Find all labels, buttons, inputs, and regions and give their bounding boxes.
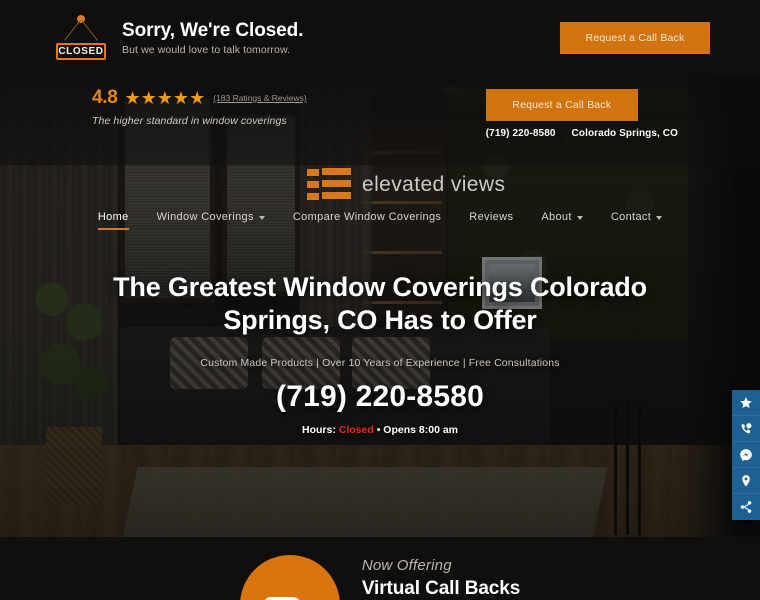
- blinds-logo-icon: [307, 167, 351, 203]
- hero-content: The Greatest Window Coverings Colorado S…: [0, 271, 760, 436]
- section-title: Virtual Call Backs: [361, 578, 521, 599]
- nav-item-reviews[interactable]: Reviews: [455, 211, 527, 223]
- hours-label: Hours:: [301, 424, 336, 437]
- page-title: The Greatest Window Coverings Colorado S…: [113, 272, 647, 336]
- hours-opens: Opens 8:00 am: [383, 424, 458, 437]
- header-phone-link[interactable]: (719) 220-8580: [486, 128, 556, 139]
- floating-social-rail: [732, 390, 760, 520]
- closed-bar-subtitle: But we would love to talk tomorrow.: [122, 44, 291, 57]
- closed-sign-rope-right: [81, 19, 98, 41]
- nav-item-window-coverings[interactable]: Window Coverings: [143, 211, 279, 223]
- closed-bar-title: Sorry, We're Closed.: [122, 19, 304, 41]
- nav-label: Contact: [610, 211, 652, 223]
- virtual-call-backs-section: Now Offering Virtual Call Backs: [0, 537, 760, 600]
- closed-sign-plate: CLOSED: [56, 42, 106, 60]
- ratings-reviews-link[interactable]: (183 Ratings & Reviews): [213, 93, 307, 103]
- rating-stars-icon: ★★★★★: [124, 88, 206, 108]
- rating-score: 4.8: [92, 87, 118, 108]
- header-rating-block: 4.8 ★★★★★ (183 Ratings & Reviews) The hi…: [92, 87, 307, 127]
- closed-bar-inner: CLOSED Sorry, We're Closed. But we would…: [50, 14, 710, 62]
- closed-bar-text: Sorry, We're Closed. But we would love t…: [122, 19, 303, 57]
- hero-section: 4.8 ★★★★★ (183 Ratings & Reviews) The hi…: [0, 75, 760, 537]
- hero-phone-link[interactable]: (719) 220-8580: [0, 380, 760, 414]
- hero-hours-status: Hours: Closed • Opens 8:00 am: [0, 424, 760, 436]
- closed-announcement-bar: CLOSED Sorry, We're Closed. But we would…: [0, 0, 760, 75]
- nav-label: Compare Window Coverings: [292, 211, 442, 223]
- closed-sign-rope-left: [64, 19, 81, 41]
- hero-feature-list: Custom Made Products | Over 10 Years of …: [200, 357, 560, 370]
- header-location-label: Colorado Springs, CO: [571, 128, 678, 139]
- page-root: CLOSED Sorry, We're Closed. But we would…: [0, 0, 760, 600]
- status-badge: Closed: [338, 424, 374, 437]
- map-pin-icon[interactable]: [732, 468, 760, 494]
- rating-row: 4.8 ★★★★★ (183 Ratings & Reviews): [92, 87, 307, 109]
- nav-label: Home: [97, 211, 129, 223]
- site-header: 4.8 ★★★★★ (183 Ratings & Reviews) The hi…: [0, 75, 760, 200]
- nav-item-about[interactable]: About: [527, 211, 597, 223]
- section-kicker: Now Offering: [361, 557, 452, 574]
- topbar-request-call-back-button[interactable]: Request a Call Back: [560, 21, 710, 54]
- header-contact-row: (719) 220-8580 Colorado Springs, CO: [486, 128, 678, 139]
- virtual-call-backs-text: Now Offering Virtual Call Backs: [362, 557, 520, 600]
- nav-item-contact[interactable]: Contact: [597, 211, 676, 223]
- share-icon[interactable]: [732, 494, 760, 520]
- site-logo[interactable]: elevated views: [307, 167, 505, 203]
- video-camera-badge: [239, 555, 340, 600]
- nav-item-home[interactable]: Home: [84, 211, 143, 230]
- nav-label: About: [541, 211, 572, 223]
- virtual-call-backs-inner: Now Offering Virtual Call Backs: [0, 537, 760, 600]
- phone-chat-icon[interactable]: [732, 416, 760, 442]
- closed-sign-icon: CLOSED: [50, 14, 112, 62]
- chevron-down-icon: [576, 216, 583, 220]
- messenger-icon[interactable]: [732, 442, 760, 468]
- main-navigation: Home Window Coverings Compare Window Cov…: [0, 211, 760, 230]
- closed-sign-label: CLOSED: [58, 45, 104, 57]
- nav-item-compare-window-coverings[interactable]: Compare Window Coverings: [279, 211, 455, 223]
- nav-label: Reviews: [469, 211, 514, 223]
- header-contact-block: Request a Call Back (719) 220-8580 Color…: [485, 89, 678, 139]
- logo-wordmark: elevated views: [362, 173, 506, 196]
- star-icon[interactable]: [732, 390, 760, 416]
- nav-label: Window Coverings: [156, 211, 254, 223]
- hours-separator: •: [376, 424, 381, 437]
- chevron-down-icon: [258, 216, 265, 220]
- header-request-call-back-button[interactable]: Request a Call Back: [485, 89, 638, 121]
- header-tagline: The higher standard in window coverings: [92, 115, 287, 127]
- chevron-down-icon: [656, 216, 663, 220]
